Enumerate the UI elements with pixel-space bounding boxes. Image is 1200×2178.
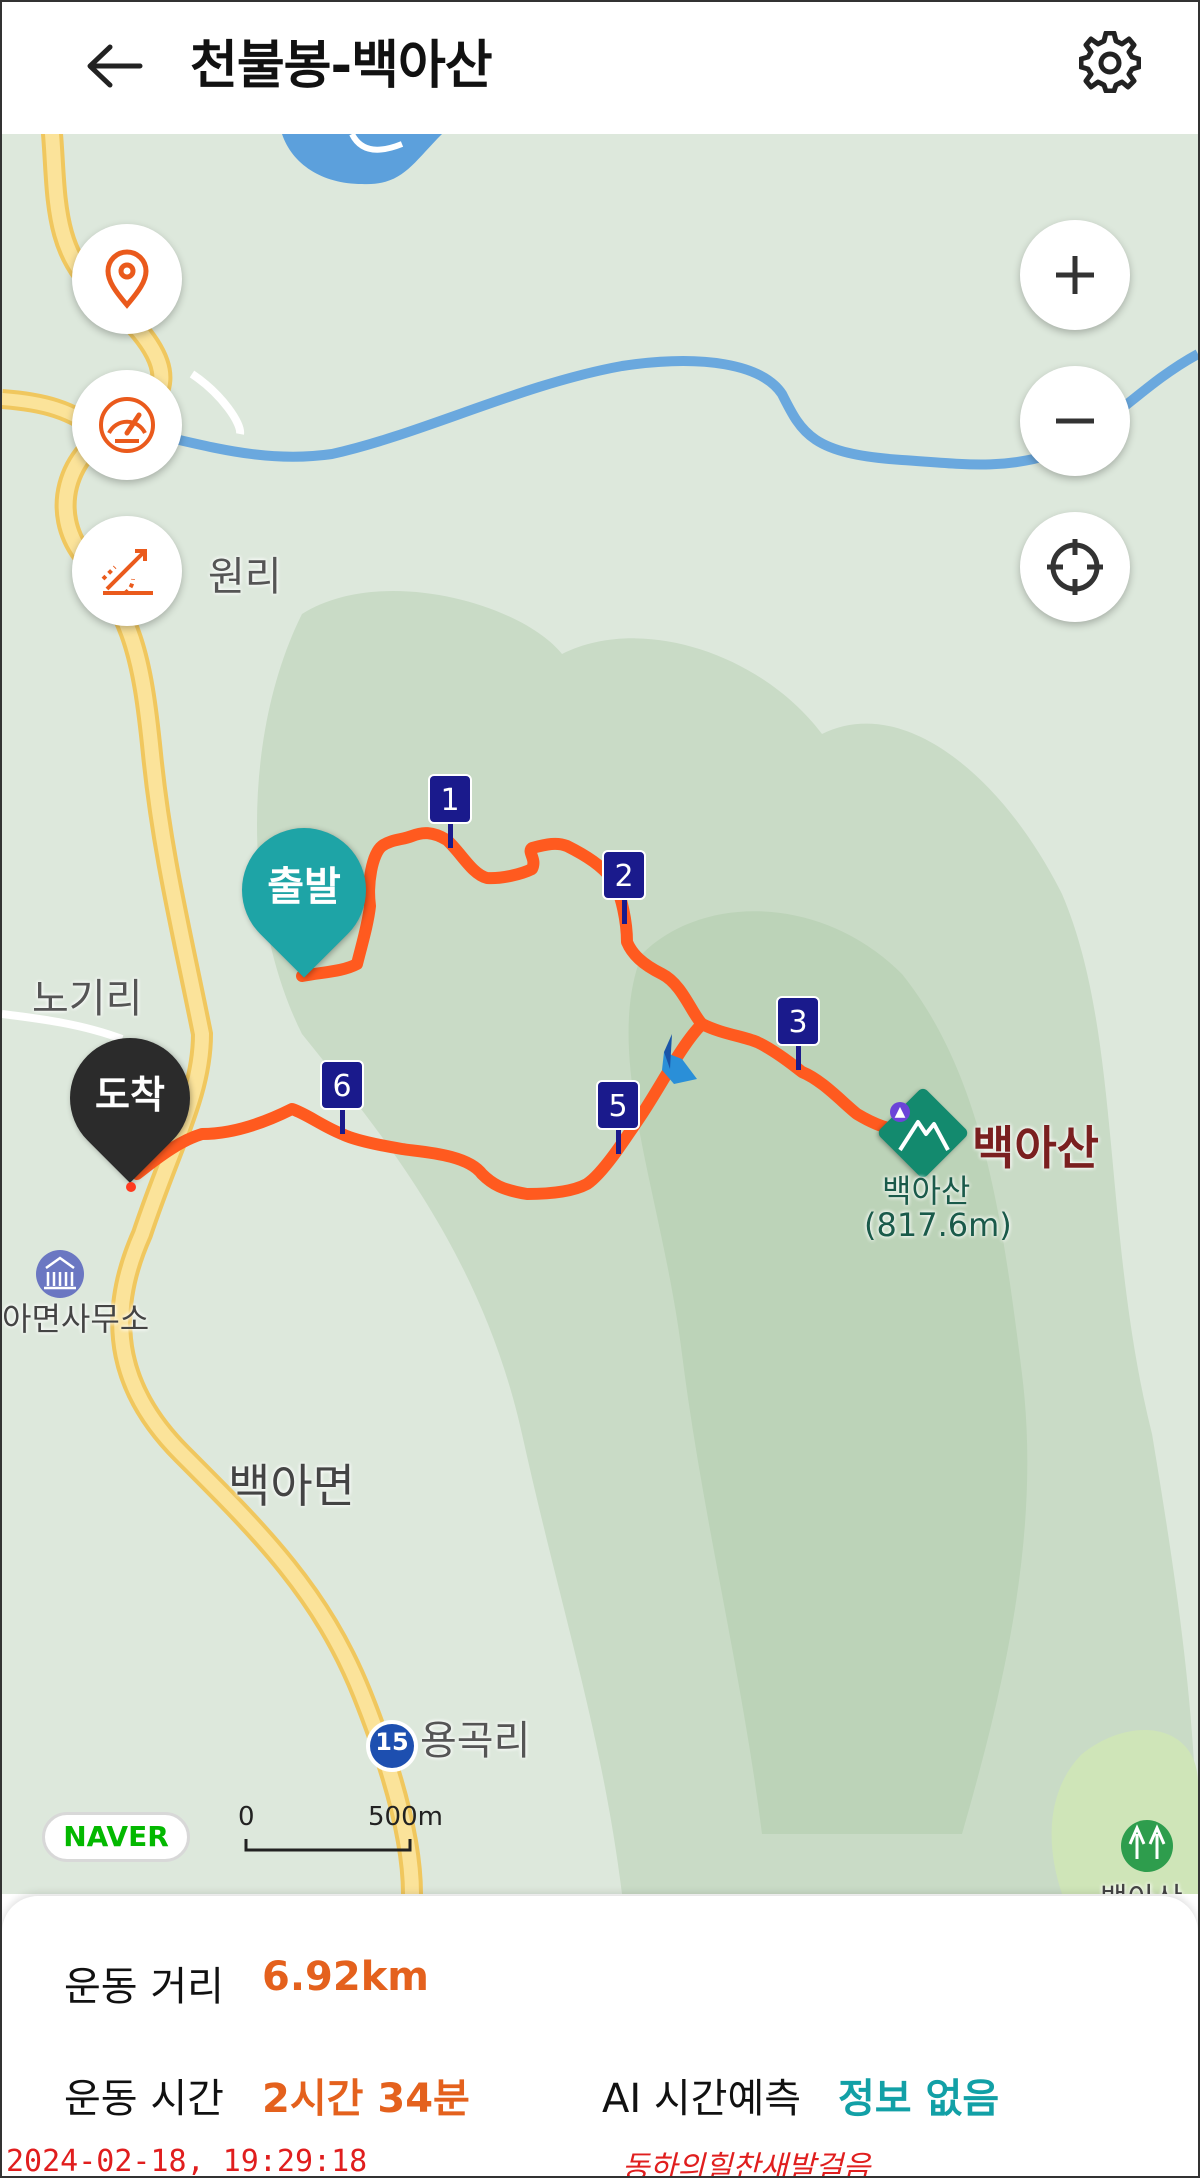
map-base: [2, 134, 1198, 1894]
stats-panel: 운동 거리 6.92km 운동 시간 2시간 34분 AI 시간예측 정보 없음: [2, 1896, 1198, 2176]
app-frame: 천불봉-백아산 원리 노기리 아면사무소 백아면 용곡리 ▲ 백아산 백아산 (…: [0, 0, 1200, 2178]
watermark: 동하의힐찬새발걸음 cafe.daum.net/kdk4876: [622, 2150, 871, 2178]
peak-badge: ▲: [890, 1102, 910, 1122]
end-point: [126, 1182, 136, 1192]
waypoint-5[interactable]: 5: [596, 1080, 640, 1130]
peak-elevation: (817.6m): [864, 1206, 1012, 1244]
start-label: 출발: [267, 864, 341, 910]
waypoint-1-stick: [448, 824, 453, 848]
arrow-left-icon: [87, 44, 143, 88]
waypoint-1[interactable]: 1: [428, 774, 472, 824]
waypoint-6-stick: [340, 1110, 345, 1134]
waypoint-3[interactable]: 3: [776, 996, 820, 1046]
settings-button[interactable]: [1070, 22, 1150, 102]
waypoint-2[interactable]: 2: [602, 850, 646, 900]
back-button[interactable]: [74, 26, 154, 106]
place-label-baegamyeon: 백아면: [228, 1459, 355, 1513]
my-location-button[interactable]: [1020, 512, 1130, 622]
speed-button[interactable]: [72, 370, 182, 480]
place-label-wonri: 원리: [208, 554, 282, 600]
page-title: 천불봉-백아산: [190, 36, 493, 96]
end-label: 도착: [95, 1073, 165, 1117]
peak-name: 백아산: [972, 1121, 1099, 1175]
zoom-out-button[interactable]: [1020, 366, 1130, 476]
zoom-in-button[interactable]: [1020, 220, 1130, 330]
gear-icon: [1079, 31, 1141, 93]
place-label-office: 아면사무소: [2, 1300, 150, 1338]
header: 천불봉-백아산: [2, 2, 1198, 134]
waypoint-5-stick: [616, 1130, 621, 1154]
ai-time-label: AI 시간예측: [602, 2076, 802, 2122]
speedometer-icon: [99, 397, 155, 453]
naver-logo[interactable]: NAVER: [42, 1812, 190, 1862]
waypoint-6[interactable]: 6: [320, 1060, 364, 1110]
scale-max: 500m: [368, 1802, 443, 1832]
time-value: 2시간 34분: [262, 2076, 470, 2122]
zoom-in-icon: [1056, 256, 1094, 294]
slope-icon: [101, 549, 153, 595]
ai-time-value: 정보 없음: [838, 2076, 1000, 2122]
zoom-out-icon: [1056, 418, 1094, 424]
place-label-yonggokri: 용곡리: [420, 1718, 531, 1764]
scale-zero: 0: [238, 1802, 255, 1832]
waypoint-3-stick: [796, 1046, 801, 1070]
location-button[interactable]: [72, 224, 182, 334]
place-label-nogiri: 노기리: [32, 976, 143, 1022]
road-shield: 15: [375, 1728, 409, 1756]
distance-label: 운동 거리: [64, 1964, 224, 2010]
map-view[interactable]: 원리 노기리 아면사무소 백아면 용곡리 백아산 ▲ 백아산 백아산 (817.…: [2, 134, 1198, 1894]
crosshair-icon: [1047, 539, 1103, 595]
timestamp: 2024-02-18, 19:29:18: [6, 2144, 368, 2178]
waypoint-2-stick: [622, 900, 627, 924]
time-label: 운동 시간: [64, 2076, 224, 2122]
distance-value: 6.92km: [262, 1954, 429, 2000]
slope-button[interactable]: [72, 516, 182, 626]
place-label-peak-corner: 백아산: [1100, 1874, 1183, 1894]
location-pin-icon: [105, 249, 149, 309]
